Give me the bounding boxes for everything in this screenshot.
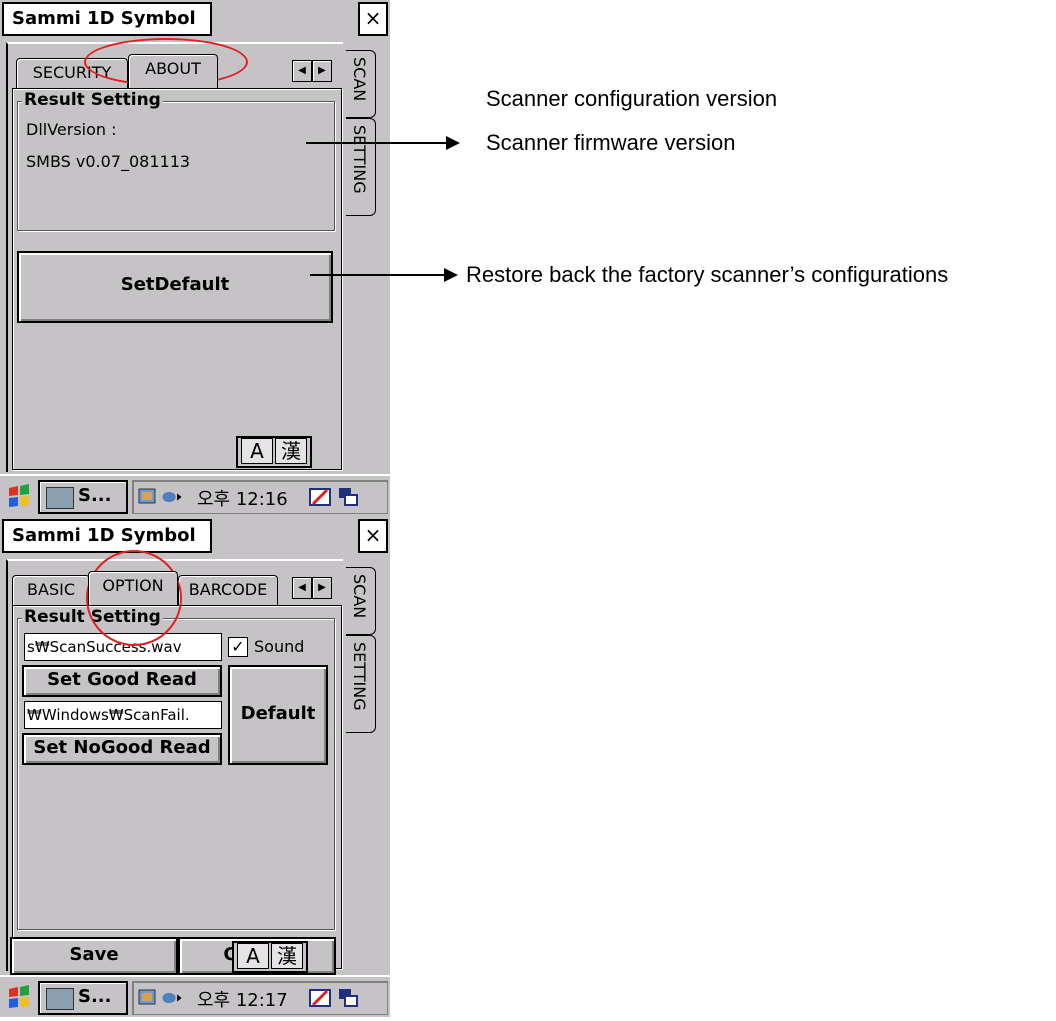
taskbar-app-button[interactable]: S...: [38, 480, 128, 514]
dialog-body: SECURITY ABOUT ◀ ▶ Result Setting DllVer…: [6, 42, 343, 472]
right-arrow-icon: ▶: [318, 65, 326, 76]
side-tab-scan[interactable]: SCAN: [346, 50, 376, 118]
taskbar: S... 오후 12:16: [0, 474, 390, 516]
input-method-toggle[interactable]: A漢: [236, 436, 312, 468]
annotation-config-version: Scanner configuration version: [486, 86, 778, 111]
title-bar: Sammi 1D Symbol ×: [0, 517, 390, 559]
side-tab-scan-label: SCAN: [350, 57, 369, 102]
network-icon[interactable]: [137, 486, 159, 508]
left-arrow-icon: ◀: [298, 582, 306, 593]
tab-basic[interactable]: BASIC: [12, 575, 90, 605]
annotation-restore: Restore back the factory scanner’s confi…: [466, 262, 949, 287]
sound-checkbox-row[interactable]: ✓ Sound: [228, 635, 328, 659]
tab-scroll-left-button[interactable]: ◀: [292, 60, 312, 82]
side-tab-scan[interactable]: SCAN: [346, 567, 376, 635]
ime-alpha: A: [237, 943, 269, 969]
ime-hanja: 漢: [275, 438, 307, 464]
system-tray: 오후 12:17: [132, 981, 388, 1015]
app-icon: [46, 487, 74, 509]
system-tray: 오후 12:16: [132, 480, 388, 514]
nogood-read-file-field[interactable]: ₩Windows₩ScanFail.: [24, 701, 222, 729]
device-screen-bottom: Sammi 1D Symbol × BASIC OPTION BARCODE ◀…: [0, 517, 390, 1017]
network-icon[interactable]: [137, 987, 159, 1009]
device-screen-top: Sammi 1D Symbol × SECURITY ABOUT ◀ ▶ Res…: [0, 0, 390, 517]
side-tab-setting-label: SETTING: [350, 125, 369, 194]
close-button[interactable]: ×: [358, 2, 388, 36]
side-tab-setting-label: SETTING: [350, 642, 369, 711]
ime-alpha: A: [241, 438, 273, 464]
clock: 오후 12:16: [197, 489, 288, 510]
ime-hanja: 漢: [271, 943, 303, 969]
set-nogood-read-button[interactable]: Set NoGood Read: [22, 733, 222, 765]
restore-arrow-line: [310, 274, 446, 276]
app-icon: [46, 988, 74, 1010]
tab-panel: Result Setting s₩ScanSuccess.wav ✓ Sound…: [12, 605, 342, 969]
tab-about[interactable]: ABOUT: [128, 54, 218, 88]
window-title: Sammi 1D Symbol: [2, 519, 212, 553]
close-button[interactable]: ×: [358, 519, 388, 553]
desktop-switch-icon[interactable]: [337, 486, 359, 508]
sound-checkbox[interactable]: ✓: [228, 637, 248, 657]
tab-panel: Result Setting DllVersion : SMBS v0.07_0…: [12, 88, 342, 470]
result-setting-group: Result Setting DllVersion : SMBS v0.07_0…: [17, 90, 335, 231]
taskbar-app-label: S...: [78, 485, 112, 506]
result-setting-group: Result Setting s₩ScanSuccess.wav ✓ Sound…: [17, 607, 335, 930]
left-arrow-icon: ◀: [298, 65, 306, 76]
tab-option[interactable]: OPTION: [88, 571, 178, 605]
clock: 오후 12:17: [197, 990, 288, 1011]
tab-scroll-right-button[interactable]: ▶: [312, 577, 332, 599]
connection-icon[interactable]: [161, 987, 183, 1009]
side-tab-setting[interactable]: SETTING: [346, 118, 376, 216]
taskbar-app-label: S...: [78, 986, 112, 1007]
desktop-switch-icon[interactable]: [337, 987, 359, 1009]
right-arrow-icon: ▶: [318, 582, 326, 593]
group-title: Result Setting: [22, 90, 163, 110]
connection-icon[interactable]: [161, 486, 183, 508]
input-method-toggle[interactable]: A漢: [232, 941, 308, 973]
sound-label: Sound: [254, 637, 305, 656]
annotation-firmware-version: Scanner firmware version: [486, 130, 736, 155]
taskbar-app-button[interactable]: S...: [38, 981, 128, 1015]
dll-version-value: SMBS v0.07_081113: [26, 152, 191, 171]
tab-scroll-left-button[interactable]: ◀: [292, 577, 312, 599]
default-button[interactable]: Default: [228, 665, 328, 765]
start-flag-icon[interactable]: [6, 985, 32, 1009]
firmware-arrow-line: [306, 142, 448, 144]
side-tab-scan-label: SCAN: [350, 574, 369, 619]
set-good-read-button[interactable]: Set Good Read: [22, 665, 222, 697]
side-tab-setting[interactable]: SETTING: [346, 635, 376, 733]
taskbar: S... 오후 12:17: [0, 975, 390, 1017]
restore-arrow-head: [444, 268, 458, 282]
start-flag-icon[interactable]: [6, 484, 32, 508]
title-bar: Sammi 1D Symbol ×: [0, 0, 390, 42]
set-default-button[interactable]: SetDefault: [17, 251, 333, 323]
edit-tool-icon[interactable]: [309, 486, 331, 508]
tab-barcode[interactable]: BARCODE: [178, 575, 278, 605]
dll-version-label: DllVersion :: [26, 120, 117, 139]
edit-tool-icon[interactable]: [309, 987, 331, 1009]
firmware-arrow-head: [446, 136, 460, 150]
save-button[interactable]: Save: [10, 937, 178, 975]
tab-scroll-right-button[interactable]: ▶: [312, 60, 332, 82]
window-title: Sammi 1D Symbol: [2, 2, 212, 36]
